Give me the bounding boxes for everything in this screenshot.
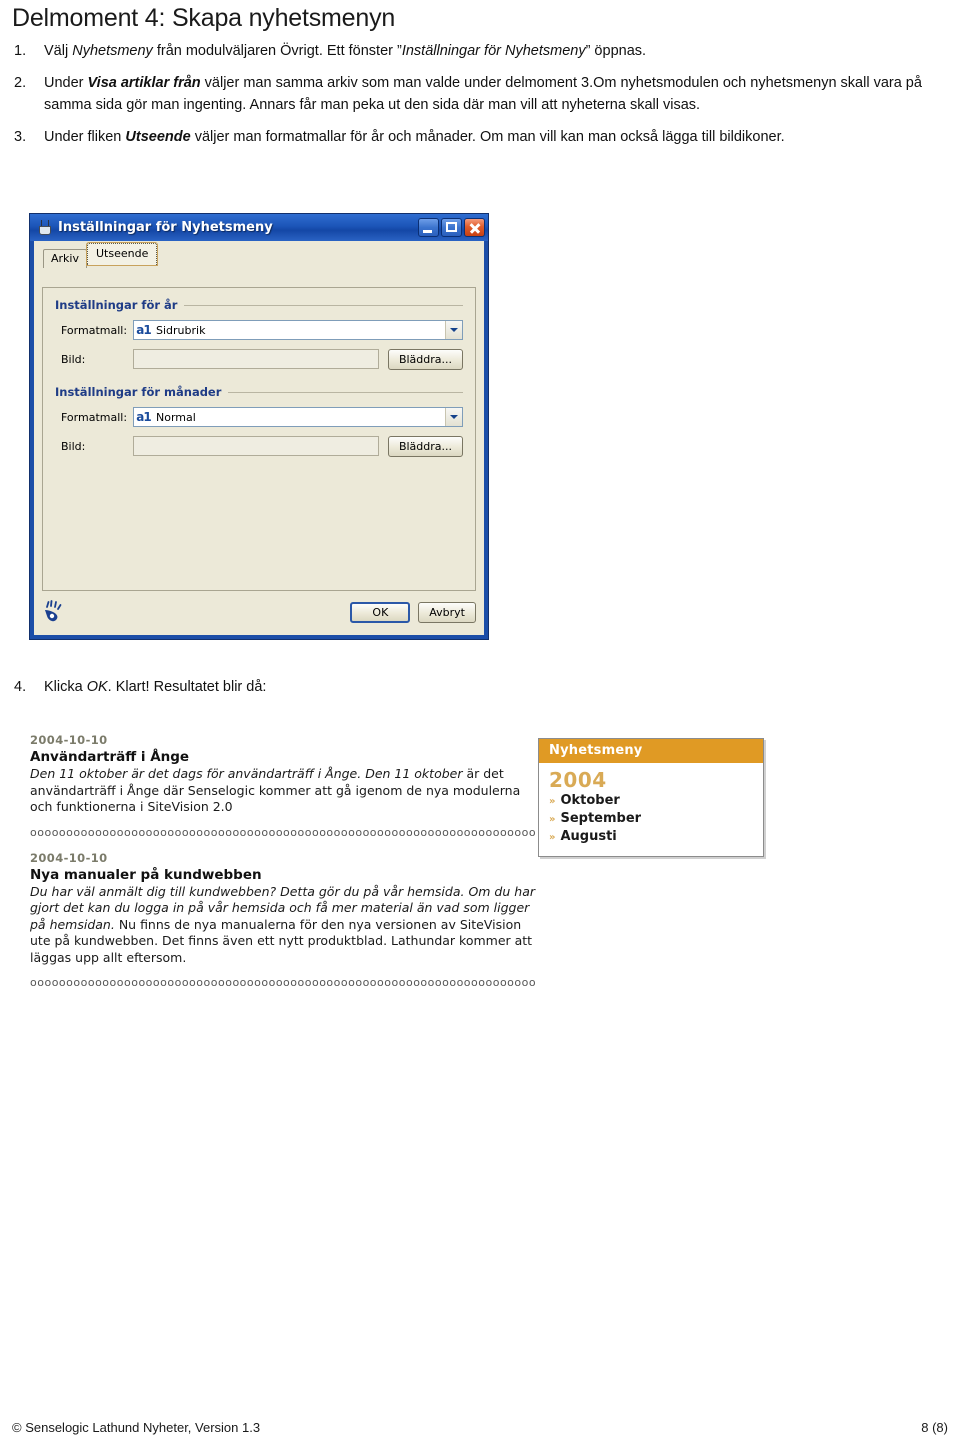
tab-utseende[interactable]: Utseende <box>85 242 159 266</box>
month-bild-label: Bild: <box>61 439 86 453</box>
year-formatmall-combobox[interactable]: a1 Sidrubrik <box>133 320 463 340</box>
close-icon[interactable] <box>464 218 485 237</box>
dialog-action-buttons: OK Avbryt <box>342 601 476 623</box>
news-heading[interactable]: Nya manualer på kundwebben <box>30 866 535 884</box>
footer-page-number: 8 (8) <box>921 1420 948 1435</box>
group-year-settings: Inställningar för år Formatmall: a1 Sidr… <box>55 298 463 370</box>
chevron-down-icon[interactable] <box>445 321 462 339</box>
window-controls <box>418 218 485 237</box>
nyhetsmeny-year[interactable]: 2004 <box>549 769 763 792</box>
year-formatmall-row: Formatmall: a1 Sidrubrik <box>55 320 463 340</box>
month-formatmall-row: Formatmall: a1 Normal <box>55 407 463 427</box>
dialog-body: Arkiv Utseende Inställningar för år Form… <box>34 241 484 635</box>
nyhetsmeny-item-september[interactable]: » September <box>549 810 763 828</box>
news-lead: Den 11 oktober är det dags för användart… <box>30 766 467 781</box>
year-bild-row: Bild: Bläddra... <box>55 348 463 370</box>
tab-strip: Arkiv Utseende <box>43 242 477 268</box>
month-formatmall-combobox[interactable]: a1 Normal <box>133 407 463 427</box>
group-month-settings: Inställningar för månader Formatmall: a1… <box>55 385 463 457</box>
nyhetsmeny-item-label: September <box>560 811 642 826</box>
news-date: 2004-10-10 <box>30 733 108 747</box>
list-item-text: Under Visa artiklar från väljer man samm… <box>44 75 922 113</box>
chevron-right-icon: » <box>549 832 556 843</box>
year-formatmall-label: Formatmall: <box>61 323 128 337</box>
news-body: Du har väl anmält dig till kundwebben? D… <box>30 884 535 967</box>
nyhetsmeny-item-label: Augusti <box>560 829 617 844</box>
nyhetsmeny-list: 2004 » Oktober » September » Augusti <box>539 763 763 856</box>
list-item-number: 4. <box>14 679 27 695</box>
list-item-number: 2. <box>14 75 27 91</box>
dialog-footer: OK Avbryt <box>42 595 476 629</box>
nyhetsmeny-item-oktober[interactable]: » Oktober <box>549 792 763 810</box>
group-divider <box>228 391 463 393</box>
a1-style-icon: a1 <box>136 323 151 337</box>
list-item: 2. Under Visa artiklar från väljer man s… <box>12 72 922 116</box>
nyhetsmeny-item-augusti[interactable]: » Augusti <box>549 828 763 846</box>
list-item: 4. Klicka OK. Klart! Resultatet blir då: <box>12 676 954 698</box>
month-formatmall-label: Formatmall: <box>61 410 128 424</box>
month-bild-input[interactable] <box>133 436 379 456</box>
month-formatmall-value: Normal <box>156 410 196 424</box>
month-bild-row: Bild: Bläddra... <box>55 435 463 457</box>
tab-arkiv[interactable]: Arkiv <box>43 249 87 268</box>
a1-style-icon: a1 <box>136 410 151 424</box>
footer-copyright: © Senselogic Lathund Nyheter, Version 1.… <box>12 1420 261 1435</box>
group-divider <box>184 304 463 306</box>
year-browse-button[interactable]: Bläddra... <box>387 348 463 370</box>
dialog-title: Inställningar för Nyhetsmeny <box>58 220 273 235</box>
news-article: 2004-10-10 Användarträff i Ånge Den 11 o… <box>30 732 535 816</box>
list-item-text: Välj Nyhetsmeny från modulväljaren Övrig… <box>44 43 647 59</box>
nyhetsmeny-module: Nyhetsmeny 2004 » Oktober » September » … <box>538 738 764 857</box>
nyhetsmeny-item-label: Oktober <box>560 793 620 808</box>
year-bild-input[interactable] <box>133 349 379 369</box>
news-list: 2004-10-10 Användarträff i Ånge Den 11 o… <box>30 732 535 1000</box>
news-date: 2004-10-10 <box>30 850 108 865</box>
result-screenshot: 2004-10-10 Användarträff i Ånge Den 11 o… <box>30 732 770 1014</box>
list-item-text: Klicka OK. Klart! Resultatet blir då: <box>44 679 267 695</box>
settings-dialog-screenshot: Inställningar för Nyhetsmeny Arkiv Utsee… <box>29 213 489 640</box>
instruction-list: 1. Välj Nyhetsmeny från modulväljaren Öv… <box>12 40 922 158</box>
list-item-number: 1. <box>14 43 27 59</box>
news-heading[interactable]: Användarträff i Ånge <box>30 748 535 766</box>
maximize-icon[interactable] <box>441 218 462 237</box>
year-formatmall-value: Sidrubrik <box>156 323 206 337</box>
document-page: Delmoment 4: Skapa nyhetsmenyn 1. Välj N… <box>0 0 960 1444</box>
nyhetsmeny-header: Nyhetsmeny <box>539 739 763 763</box>
news-separator: oooooooooooooooooooooooooooooooooooooooo… <box>30 978 535 989</box>
news-article: 2004-10-10 Nya manualer på kundwebben Du… <box>30 850 535 967</box>
group-year-title: Inställningar för år <box>55 298 463 312</box>
group-month-title: Inställningar för månader <box>55 385 463 399</box>
list-item-number: 3. <box>14 129 27 145</box>
chevron-down-icon[interactable] <box>445 408 462 426</box>
tab-panel-utseende: Inställningar för år Formatmall: a1 Sidr… <box>42 287 476 591</box>
chevron-right-icon: » <box>549 814 556 825</box>
page-footer: © Senselogic Lathund Nyheter, Version 1.… <box>12 1420 948 1435</box>
news-body: Den 11 oktober är det dags för användart… <box>30 766 535 816</box>
month-browse-button[interactable]: Bläddra... <box>387 435 463 457</box>
cancel-button[interactable]: Avbryt <box>418 601 476 623</box>
list-item: 1. Välj Nyhetsmeny från modulväljaren Öv… <box>12 40 922 62</box>
senselogic-hand-logo <box>42 599 68 625</box>
dialog-titlebar: Inställningar för Nyhetsmeny <box>30 214 488 241</box>
ok-button[interactable]: OK <box>350 601 411 623</box>
list-item: 3. Under fliken Utseende väljer man form… <box>12 126 922 148</box>
coffee-cup-icon <box>36 219 52 236</box>
list-item-text: Under fliken Utseende väljer man formatm… <box>44 129 785 145</box>
news-separator: oooooooooooooooooooooooooooooooooooooooo… <box>30 827 535 839</box>
chevron-right-icon: » <box>549 796 556 807</box>
minimize-icon[interactable] <box>418 218 439 237</box>
year-bild-label: Bild: <box>61 352 86 366</box>
page-title: Delmoment 4: Skapa nyhetsmenyn <box>12 4 396 32</box>
